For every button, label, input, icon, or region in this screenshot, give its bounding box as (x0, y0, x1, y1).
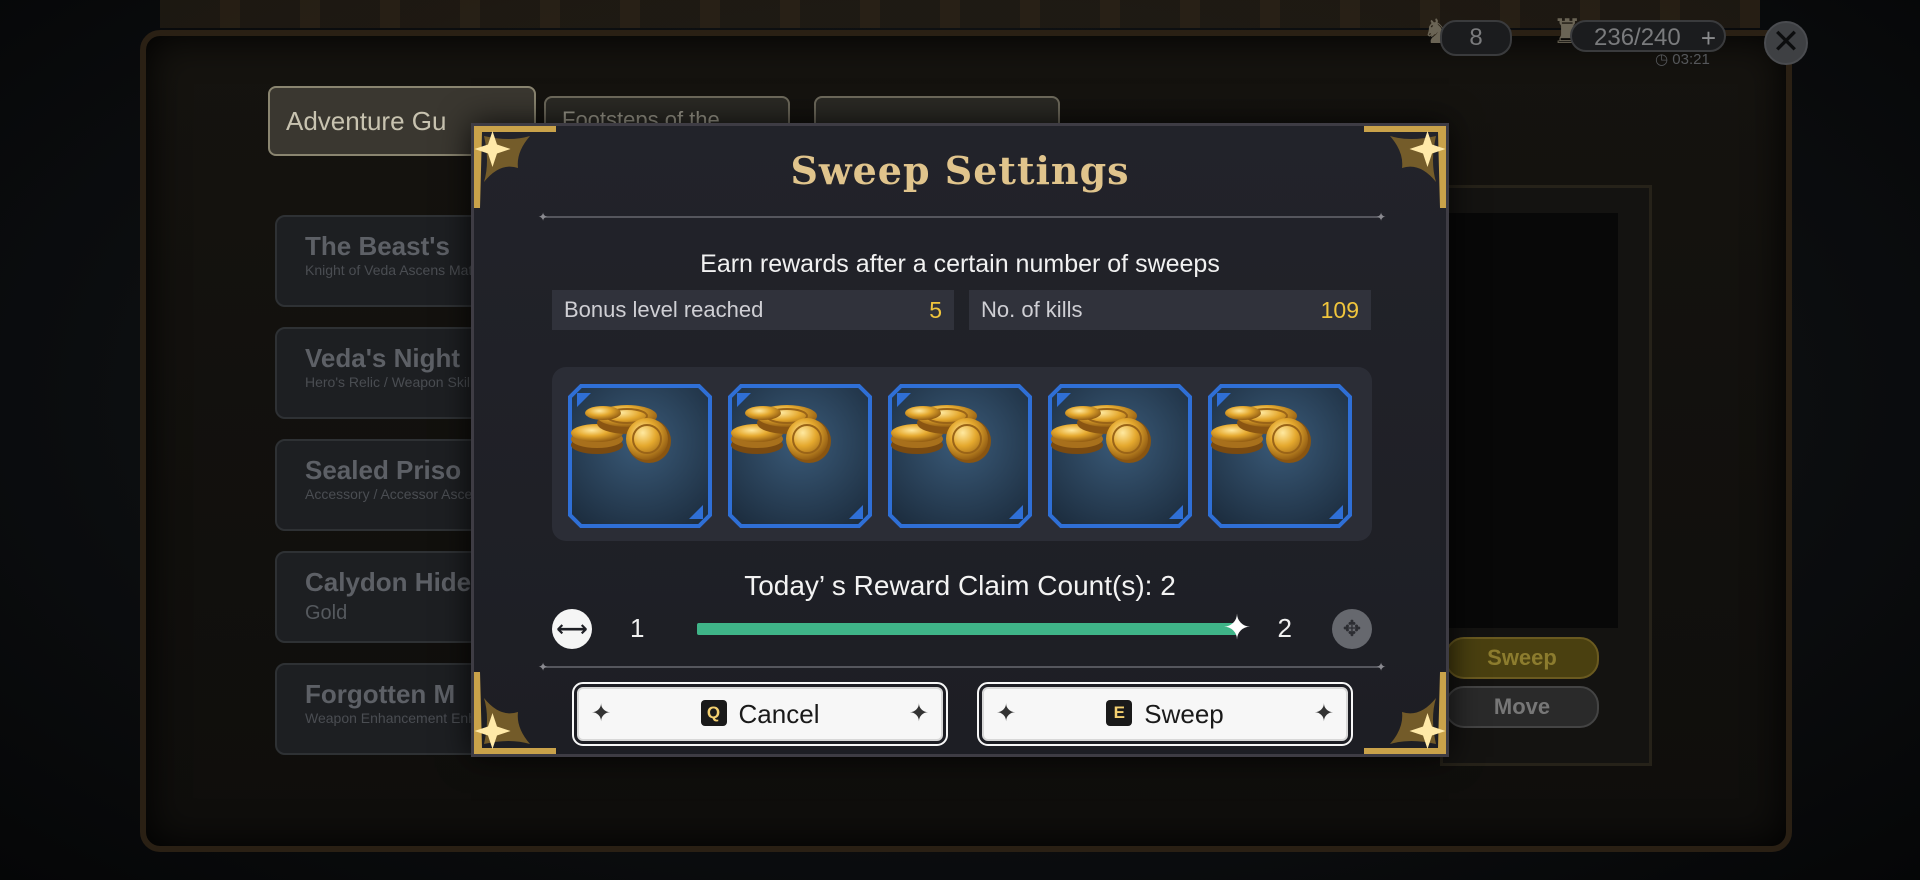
bonus-level-value: 5 (929, 297, 942, 323)
kills-stat: No. of kills 109 (969, 290, 1371, 330)
kills-value: 109 (1320, 297, 1359, 323)
cancel-label: Cancel (738, 699, 820, 729)
close-button[interactable]: ✕ (1764, 21, 1808, 65)
corner-ornament-icon (474, 672, 556, 754)
decrease-button[interactable]: ⟷ (552, 609, 592, 649)
sweep-settings-modal: Sweep Settings ✦ ✦ Earn rewards after a c… (471, 123, 1449, 757)
gold-coins-icon (731, 405, 831, 463)
background-move-button[interactable]: Move (1445, 686, 1599, 728)
maximum-icon: ✥ (1342, 616, 1362, 641)
corner-ornament-icon (1364, 672, 1446, 754)
cancel-button[interactable]: ✦ Q Cancel ✦ (572, 682, 948, 746)
q-key-icon: Q (700, 700, 727, 727)
stamina-value: 236/240 (1594, 24, 1681, 51)
reward-slot[interactable] (1207, 383, 1353, 529)
slider-max-label: 2 (1277, 613, 1292, 643)
gold-coins-icon (1211, 405, 1311, 463)
bonus-level-label: Bonus level reached (564, 297, 764, 322)
close-icon: ✕ (1771, 23, 1801, 61)
sweep-count-slider: ⟷ 1 ✦ 2 ✥ (552, 606, 1372, 650)
minimum-icon: ⟷ (556, 616, 588, 641)
reward-list (552, 367, 1372, 541)
reward-slot[interactable] (727, 383, 873, 529)
slider-track[interactable]: ✦ (697, 610, 1251, 646)
sweep-description: Earn rewards after a certain number of s… (700, 250, 1220, 278)
slider-thumb[interactable]: ✦ (1219, 610, 1255, 646)
increase-button[interactable]: ✥ (1332, 609, 1372, 649)
modal-title: Sweep Settings (790, 148, 1130, 193)
divider: ✦ ✦ (538, 660, 1387, 674)
reward-slot[interactable] (1047, 383, 1193, 529)
gold-coins-icon (571, 405, 671, 463)
slider-fill (697, 623, 1237, 635)
bonus-level-stat: Bonus level reached 5 (552, 290, 954, 330)
ticket-counter: 8 (1440, 20, 1512, 56)
sweep-button[interactable]: ✦ E Sweep ✦ (977, 682, 1353, 746)
stamina-counter: 236/240 + (1570, 20, 1726, 53)
reward-slot[interactable] (567, 383, 713, 529)
sweep-label: Sweep (1144, 699, 1224, 729)
timer-value: 03:21 (1672, 51, 1710, 68)
gold-coins-icon (1051, 405, 1151, 463)
reward-slot[interactable] (887, 383, 1033, 529)
gold-coins-icon (891, 405, 991, 463)
kills-label: No. of kills (981, 297, 1083, 322)
stamina-timer: ◷ 03:21 (1655, 51, 1710, 68)
background-sweep-button[interactable]: Sweep (1445, 637, 1599, 679)
e-key-icon: E (1106, 700, 1133, 727)
sparkle-icon: ✦ (1313, 700, 1334, 727)
slider-min-label: 1 (630, 613, 645, 643)
sparkle-icon: ✦ (591, 700, 612, 727)
background-frame-ornament (160, 0, 1760, 28)
claim-count-text: Today’ s Reward Claim Count(s): 2 (744, 570, 1176, 601)
divider: ✦ ✦ (538, 210, 1387, 224)
sparkle-icon: ✦ (908, 700, 929, 727)
sparkle-icon: ✦ (996, 700, 1017, 727)
